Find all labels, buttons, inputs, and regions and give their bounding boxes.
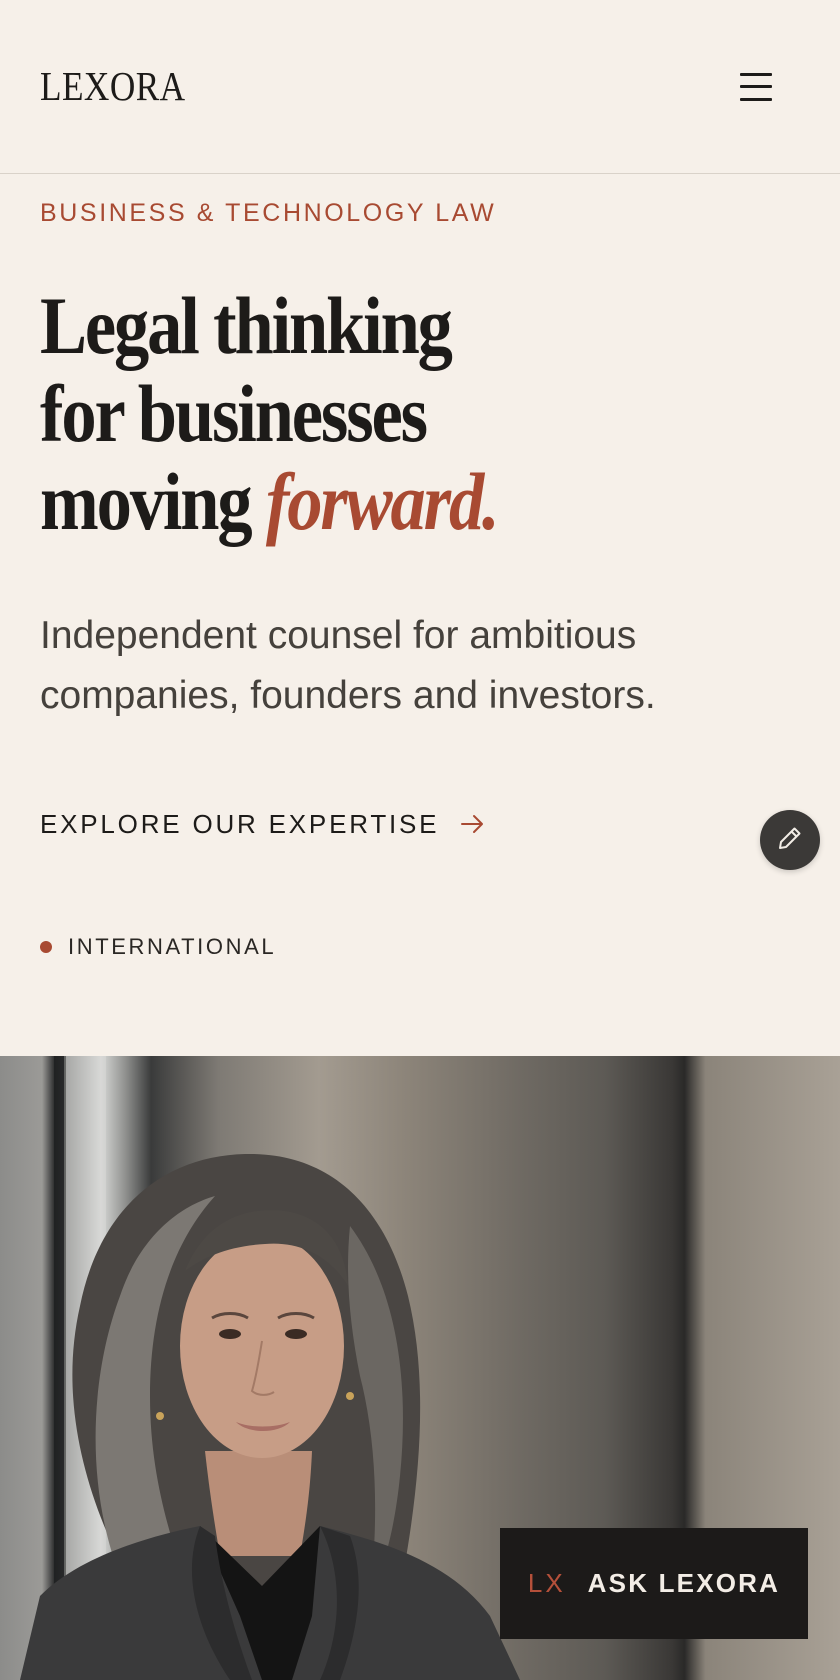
hamburger-menu-icon[interactable] <box>738 70 774 104</box>
headline-accent: forward. <box>265 456 500 547</box>
cta-label: EXPLORE OUR EXPERTISE <box>40 808 440 839</box>
headline-line-1: Legal thinking <box>40 280 453 371</box>
pencil-icon <box>775 823 805 858</box>
edit-floating-button[interactable] <box>760 810 820 870</box>
international-label: INTERNATIONAL <box>68 934 277 959</box>
ask-lexora-button[interactable]: LX ASK LEXORA <box>500 1528 808 1639</box>
hero-headline: Legal thinking for businesses moving for… <box>40 280 500 547</box>
hero-eyebrow: BUSINESS & TECHNOLOGY LAW <box>40 199 497 227</box>
site-logo[interactable]: LEXORA <box>40 62 186 110</box>
explore-expertise-link[interactable]: EXPLORE OUR EXPERTISE <box>40 806 485 842</box>
ask-label: ASK LEXORA <box>587 1568 781 1598</box>
international-badge: INTERNATIONAL <box>40 934 276 960</box>
headline-line-2: for businesses <box>40 368 428 459</box>
menu-bar-bottom <box>740 98 772 101</box>
arrow-right-icon <box>461 813 485 835</box>
menu-bar-middle <box>740 85 772 88</box>
ask-prefix: LX <box>527 1568 566 1598</box>
hero-subhead: Independent counsel for ambitious compan… <box>40 614 656 717</box>
site-header: LEXORA <box>0 0 840 174</box>
status-dot <box>40 941 52 953</box>
menu-bar-top <box>740 73 772 76</box>
headline-line-3: moving <box>40 456 253 547</box>
